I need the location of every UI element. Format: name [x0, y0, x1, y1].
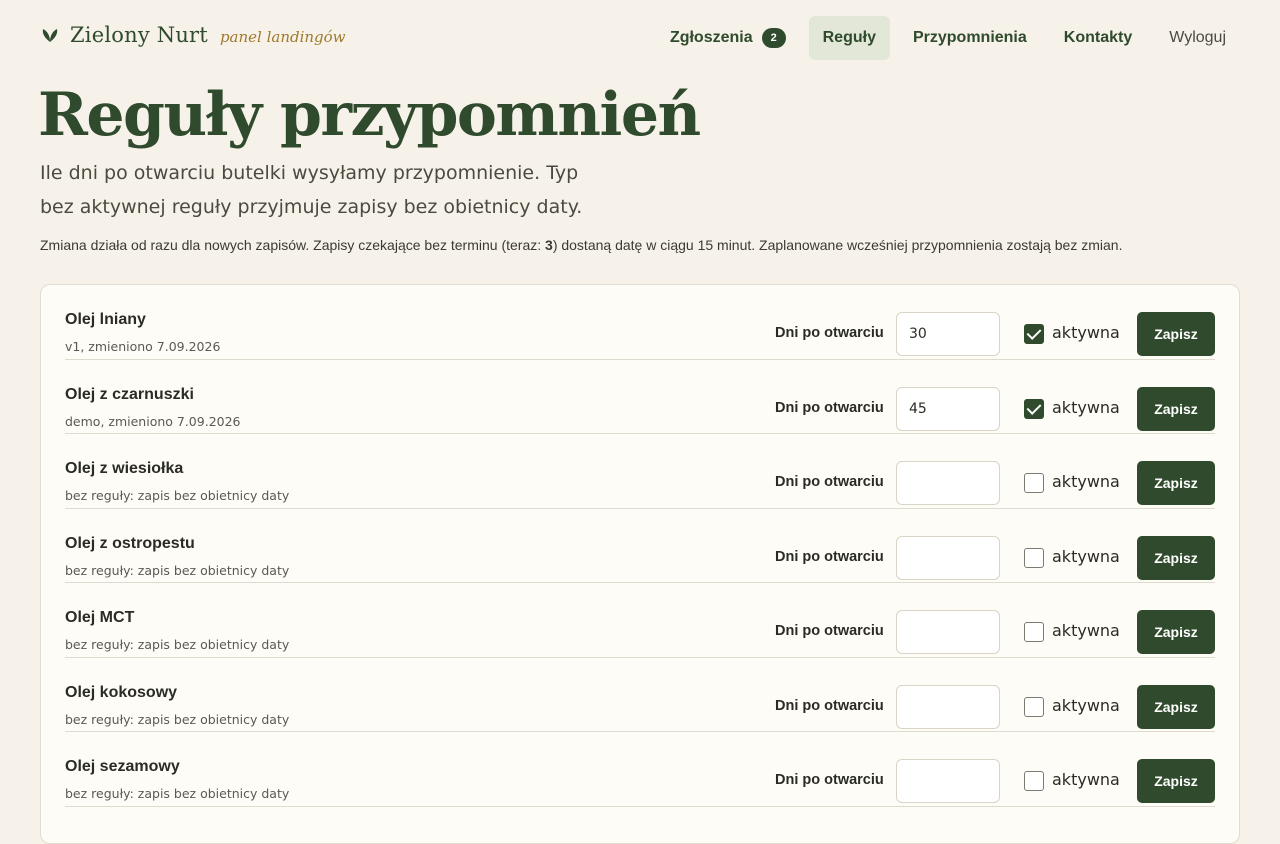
save-button[interactable]: Zapisz [1137, 759, 1215, 803]
note-before: Zmiana działa od razu dla nowych zapisów… [40, 237, 546, 253]
rule-row: Olej lniany v1, zmieniono 7.09.2026 Dni po… [65, 285, 1215, 360]
nav-kontakty[interactable]: Kontakty [1050, 16, 1146, 60]
active-checkbox[interactable] [1024, 771, 1044, 791]
active-label[interactable]: aktywna [1052, 472, 1120, 491]
days-input[interactable] [896, 610, 1000, 654]
pending-count: 3 [545, 237, 553, 253]
page-title: Reguły przypomnień [38, 80, 701, 150]
rule-meta: v1, zmieniono 7.09.2026 [65, 339, 221, 354]
days-input[interactable] [896, 461, 1000, 505]
rule-row: Olej kokosowy bez reguły: zapis bez obiet… [65, 658, 1215, 732]
nav-reguly[interactable]: Reguły [808, 16, 890, 60]
page-lead: Ile dni po otwarciu butelki wysyłamy prz… [40, 162, 583, 218]
active-label[interactable]: aktywna [1052, 398, 1120, 417]
days-input[interactable] [896, 312, 1000, 356]
nav-zgloszenia-label: Zgłoszenia [669, 29, 753, 46]
rule-name: Olej MCT [65, 609, 135, 626]
active-label[interactable]: aktywna [1052, 770, 1120, 789]
main-nav: Zgłoszenia 2 Reguły Przypomnienia Kontak… [647, 16, 1240, 60]
rule-row: Olej sezamowy bez reguły: zapis bez obiet… [65, 732, 1215, 807]
days-label: Dni po otwarciu [775, 623, 884, 639]
rule-name: Olej sezamowy [65, 758, 180, 775]
page-note: Zmiana działa od razu dla nowych zapisów… [40, 237, 1240, 253]
days-label: Dni po otwarciu [775, 474, 884, 490]
rule-name: Olej kokosowy [65, 683, 178, 701]
days-input[interactable] [896, 535, 1000, 580]
rules-card: Olej lniany v1, zmieniono 7.09.2026 Dni po… [40, 284, 1240, 844]
zgloszenia-count-badge: 2 [761, 28, 786, 48]
rule-row: Olej z wiesiołka bez reguły: zapis bez ob… [65, 434, 1215, 509]
rule-meta: bez reguły: zapis bez obietnicy daty [65, 637, 290, 652]
save-button[interactable]: Zapisz [1137, 312, 1215, 356]
active-checkbox[interactable] [1024, 547, 1044, 568]
rule-name: Olej z ostropestu [65, 534, 195, 552]
active-checkbox[interactable] [1024, 398, 1044, 419]
brand[interactable]: Zielony Nurt panel landingów [40, 22, 346, 47]
days-label: Dni po otwarciu [775, 399, 884, 416]
days-input[interactable] [896, 684, 1000, 729]
active-label[interactable]: aktywna [1052, 696, 1120, 715]
active-checkbox[interactable] [1024, 622, 1044, 642]
active-label[interactable]: aktywna [1052, 323, 1120, 342]
brand-subtitle: panel landingów [219, 28, 346, 46]
save-button[interactable]: Zapisz [1137, 386, 1215, 431]
days-label: Dni po otwarciu [775, 325, 884, 341]
active-checkbox[interactable] [1024, 473, 1044, 493]
days-label: Dni po otwarciu [775, 772, 884, 788]
brand-name: Zielony Nurt [70, 23, 208, 47]
days-input[interactable] [896, 386, 1000, 431]
rule-row: Olej z czarnuszki demo, zmieniono 7.09.20… [65, 360, 1215, 434]
rule-meta: bez reguły: zapis bez obietnicy daty [65, 786, 290, 801]
rule-meta: demo, zmieniono 7.09.2026 [65, 413, 241, 429]
logout-link[interactable]: Wyloguj [1155, 16, 1240, 60]
active-label[interactable]: aktywna [1052, 621, 1120, 640]
active-checkbox[interactable] [1024, 696, 1044, 717]
nav-przypomnienia[interactable]: Przypomnienia [899, 16, 1041, 60]
nav-zgloszenia[interactable]: Zgłoszenia 2 [656, 16, 800, 60]
rule-name: Olej z czarnuszki [65, 385, 194, 403]
rule-row: Olej z ostropestu bez reguły: zapis bez o… [65, 509, 1215, 583]
save-button[interactable]: Zapisz [1137, 535, 1215, 580]
note-after: ) dostaną datę w ciągu 15 minut. Zaplano… [552, 237, 1123, 253]
save-button[interactable]: Zapisz [1137, 684, 1215, 729]
top-header: Zielony Nurt panel landingów Zgłoszenia … [0, 0, 1280, 76]
leaf-icon [40, 25, 60, 45]
active-label[interactable]: aktywna [1052, 547, 1120, 566]
rule-meta: bez reguły: zapis bez obietnicy daty [65, 488, 290, 503]
save-button[interactable]: Zapisz [1137, 610, 1215, 654]
days-input[interactable] [896, 759, 1000, 803]
rule-name: Olej lniany [65, 311, 146, 328]
rule-row: Olej MCT bez reguły: zapis bez obietnicy … [65, 583, 1215, 658]
days-label: Dni po otwarciu [775, 548, 884, 565]
rule-name: Olej z wiesiołka [65, 460, 184, 477]
rule-meta: bez reguły: zapis bez obietnicy daty [65, 562, 290, 578]
days-label: Dni po otwarciu [775, 697, 884, 714]
active-checkbox[interactable] [1024, 324, 1044, 344]
save-button[interactable]: Zapisz [1137, 461, 1215, 505]
rule-meta: bez reguły: zapis bez obietnicy daty [65, 711, 290, 727]
